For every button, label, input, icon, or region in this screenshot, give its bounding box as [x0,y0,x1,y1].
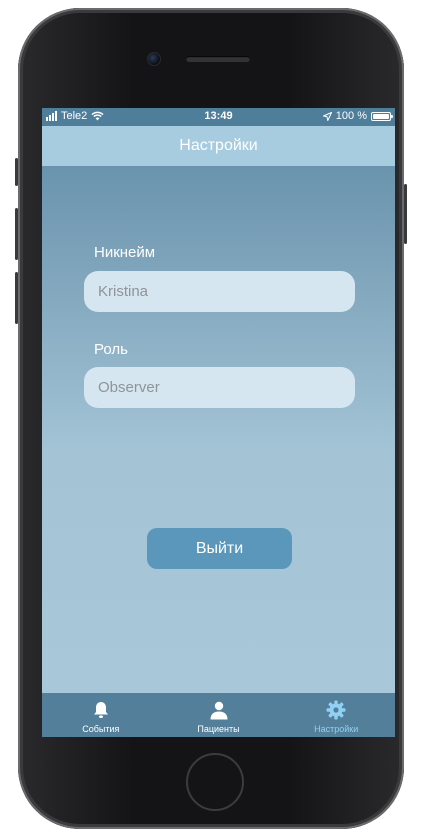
earpiece-speaker [186,56,250,62]
navigation-bar: Настройки [42,126,395,166]
tab-label-patients: Пациенты [197,724,240,734]
role-label: Роль [94,341,128,358]
page-title: Настройки [179,137,258,154]
tab-settings[interactable]: Настройки [277,693,395,737]
battery-percent: 100 % [335,110,367,122]
status-bar: Tele2 13:49 100 % [42,108,395,126]
tab-patients[interactable]: Пациенты [160,693,278,737]
logout-button[interactable]: Выйти [147,528,292,569]
tab-label-settings: Настройки [314,724,359,734]
front-camera [147,52,161,66]
volume-up-button [15,208,18,260]
tab-events[interactable]: События [42,693,160,737]
person-icon [210,701,227,720]
battery-icon [371,111,393,121]
status-right: 100 % [322,110,393,122]
nickname-label: Никнейм [94,244,156,261]
gear-icon [326,700,346,720]
home-button[interactable] [186,753,244,811]
bell-icon [93,702,108,718]
tab-label-events: События [82,724,120,734]
app-screen: Tele2 13:49 100 % Настройки Никнейм Роль… [42,108,395,737]
role-input[interactable] [84,367,355,408]
nickname-input[interactable] [84,271,355,312]
volume-down-button [15,272,18,324]
power-button [404,184,407,244]
mute-switch [15,158,18,186]
location-arrow-icon [322,111,332,121]
tab-bar: События Пациенты Настройки [42,693,395,737]
